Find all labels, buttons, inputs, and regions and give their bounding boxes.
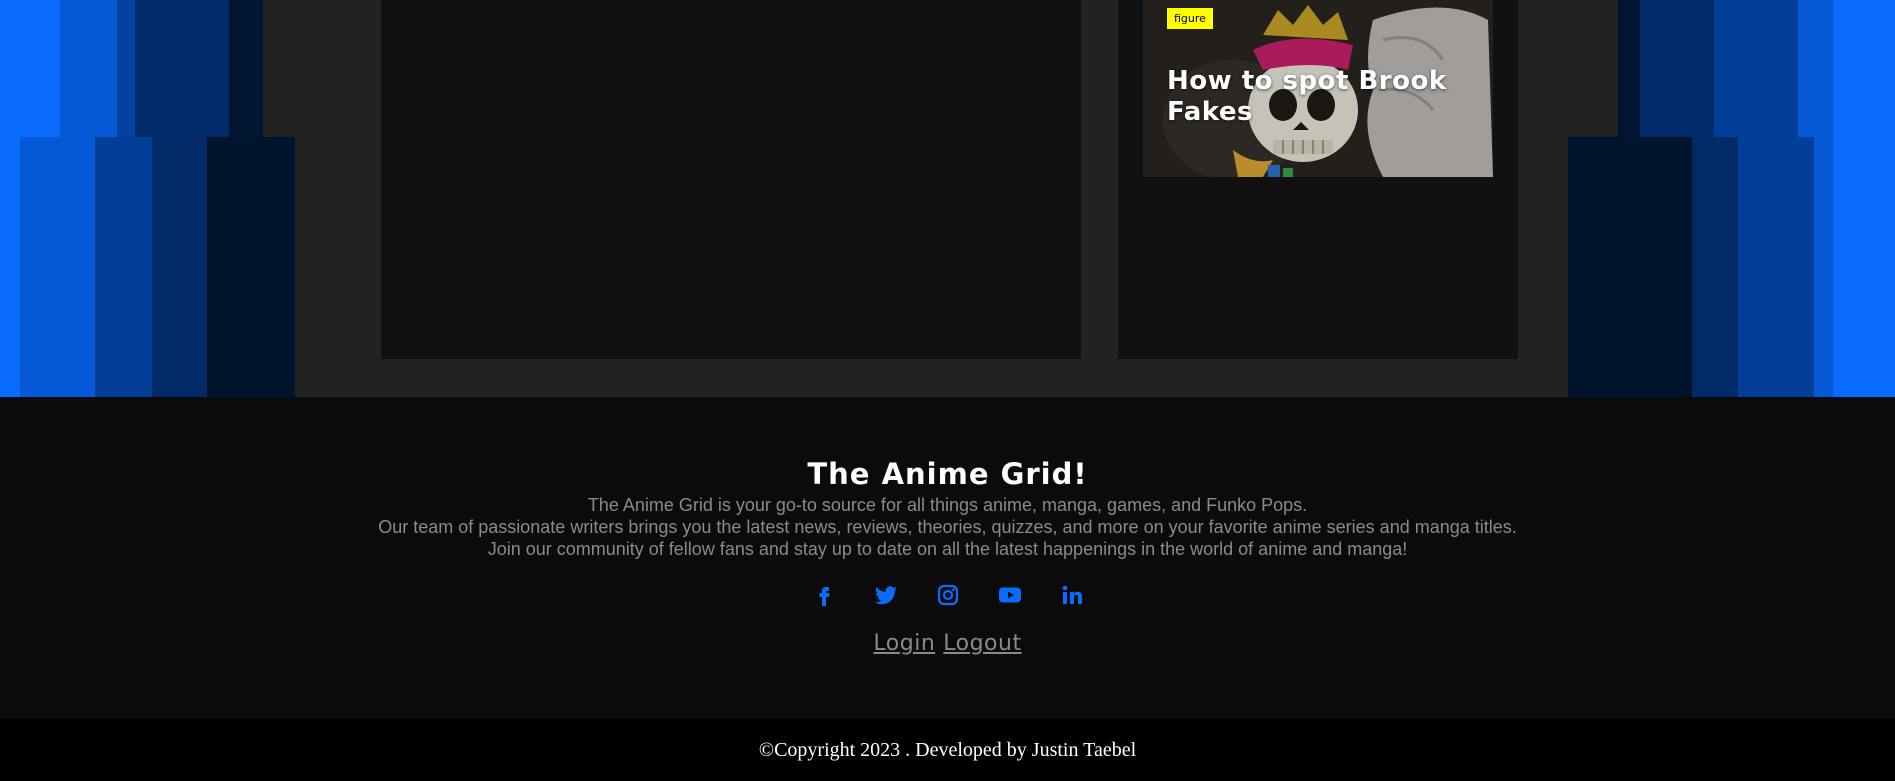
left-stripe [207, 137, 295, 397]
right-stripe [1798, 0, 1833, 137]
left-stripe [95, 137, 152, 397]
right-stripe [1618, 0, 1640, 137]
left-stripe [152, 137, 207, 397]
right-stripe [1738, 137, 1814, 397]
site-footer: The Anime Grid! The Anime Grid is your g… [0, 397, 1895, 719]
logout-link[interactable]: Logout [943, 631, 1021, 656]
login-link[interactable]: Login [873, 631, 935, 656]
right-stripe [1692, 137, 1738, 397]
left-stripe [60, 0, 117, 137]
article-category-tag[interactable]: figure [1167, 8, 1213, 29]
footer-description-line: The Anime Grid is your go-to source for … [587, 495, 1308, 515]
instagram-icon[interactable] [932, 579, 964, 611]
featured-article-card[interactable]: figure How to spot Brook Fakes [1143, 0, 1493, 177]
footer-description-line: Join our community of fellow fans and st… [487, 539, 1408, 559]
youtube-icon[interactable] [994, 579, 1026, 611]
footer-description-line: Our team of passionate writers brings yo… [378, 517, 1517, 537]
copyright-symbol: © [758, 739, 775, 761]
left-stripe [117, 0, 135, 137]
right-stripe [1814, 137, 1833, 397]
copyright-bar: ©Copyright 2023 . Developed by Justin Ta… [0, 719, 1895, 781]
right-stripe [1833, 0, 1895, 397]
linkedin-icon[interactable] [1056, 579, 1088, 611]
content-band [0, 0, 1895, 397]
footer-description: The Anime Grid is your go-to source for … [0, 494, 1895, 560]
copyright-text: Copyright 2023 . Developed by Justin Tae… [774, 739, 1137, 761]
left-stripe [135, 0, 229, 137]
auth-links: Login Logout [0, 631, 1895, 656]
article-title-link[interactable]: How to spot Brook Fakes [1167, 66, 1467, 128]
right-stripe [1640, 0, 1714, 137]
social-links [0, 579, 1895, 611]
right-stripe [1714, 0, 1798, 137]
right-stripe [1568, 137, 1692, 397]
left-stripe [20, 137, 95, 397]
footer-site-title: The Anime Grid! [807, 457, 1088, 491]
left-stripe [229, 0, 263, 137]
twitter-icon[interactable] [870, 579, 902, 611]
main-content-panel [381, 0, 1081, 359]
facebook-icon[interactable] [808, 579, 840, 611]
